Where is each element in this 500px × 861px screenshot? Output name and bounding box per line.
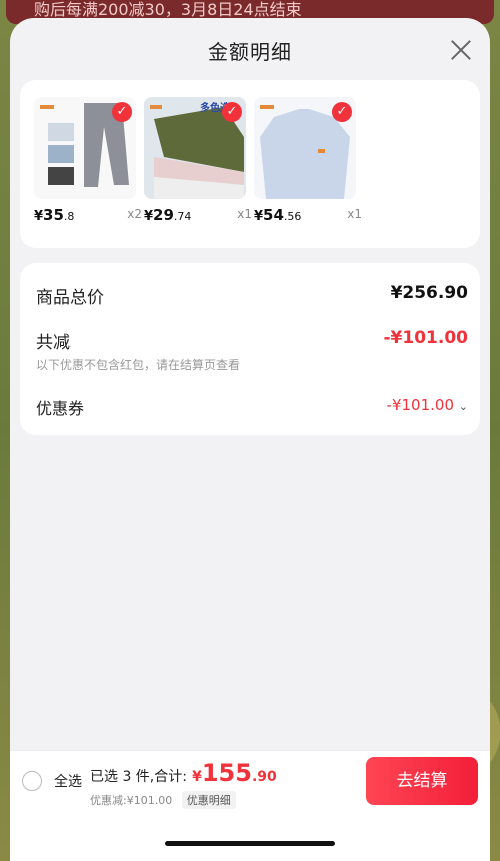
check-icon[interactable]: ✓ [332,102,352,122]
close-icon[interactable] [450,39,472,61]
total-label: 商品总价 [36,288,104,308]
select-all-radio[interactable] [22,771,42,791]
amount-detail-sheet: 金额明细 ✓ ¥35.8 x2 多色选T ✓ ¥29.74 x1 ✓ ¥54.5… [10,18,490,861]
product-price: ¥35.8 [34,206,75,224]
product-thumb: ✓ [34,97,136,199]
summary-card: 商品总价 ¥256.90 共减 -¥101.00 以下优惠不包含红包，请在结算页… [20,263,480,435]
check-icon[interactable]: ✓ [222,102,242,122]
checkout-bar: 全选 已选 3 件,合计: ¥155.90 优惠减:¥101.00 优惠明细 去… [10,750,490,813]
coupon-label: 优惠券 [36,399,85,418]
product-item[interactable]: ✓ ¥35.8 x2 [34,97,142,225]
product-qty: x1 [347,207,362,221]
total-value: ¥256.90 [390,283,468,303]
reduce-row: 共减 -¥101.00 [36,328,468,353]
product-qty: x2 [127,207,142,221]
product-qty: x1 [237,207,252,221]
detail-tag[interactable]: 优惠明细 [181,791,236,809]
product-thumb: 多色选T ✓ [144,97,246,199]
product-price: ¥54.56 [254,206,302,224]
product-item[interactable]: ✓ ¥54.56 x1 [254,97,362,225]
product-thumb: ✓ [254,97,356,199]
checkout-total: ¥155.90 [192,759,277,787]
coupon-row[interactable]: 优惠券 -¥101.00 ⌄ [36,395,468,419]
coupon-value: -¥101.00 [386,396,454,414]
product-item[interactable]: 多色选T ✓ ¥29.74 x1 [144,97,252,225]
reduce-label: 共减 [36,333,70,353]
home-indicator-area [10,813,490,861]
reduce-note: 以下优惠不包含红包，请在结算页查看 [36,358,241,372]
product-price: ¥29.74 [144,206,192,224]
total-row: 商品总价 ¥256.90 [36,283,468,308]
selected-text: 已选 3 件,合计: [90,769,187,785]
check-icon[interactable]: ✓ [112,102,132,122]
checkout-button[interactable]: 去结算 [366,757,478,805]
sheet-title: 金额明细 [208,40,292,64]
products-card: ✓ ¥35.8 x2 多色选T ✓ ¥29.74 x1 ✓ ¥54.56 x1 [20,80,480,248]
chevron-down-icon[interactable]: ⌄ [459,400,468,413]
home-indicator[interactable] [165,841,335,846]
select-all-label[interactable]: 全选 [54,771,82,791]
discount-text: 优惠减:¥101.00 [90,794,173,807]
reduce-value: -¥101.00 [383,328,469,348]
